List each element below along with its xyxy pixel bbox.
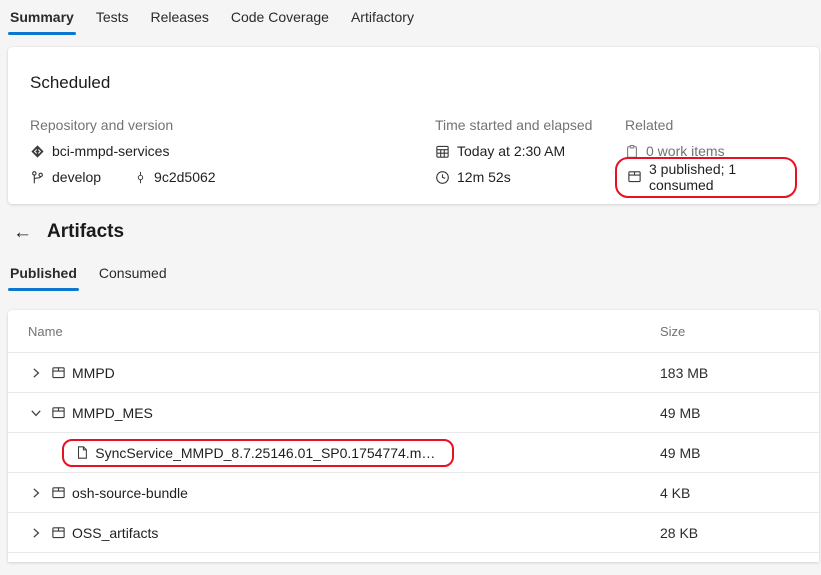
tab-consumed[interactable]: Consumed <box>97 256 169 291</box>
run-summary-card: Scheduled Repository and version bci-mmp… <box>8 47 819 204</box>
calendar-icon <box>435 144 450 159</box>
git-commit-icon <box>134 170 147 185</box>
tab-releases[interactable]: Releases <box>149 0 211 35</box>
branch-name[interactable]: develop <box>52 169 101 185</box>
table-row[interactable]: OSS_artifacts 28 KB <box>8 513 819 553</box>
chevron-right-icon[interactable] <box>28 525 44 541</box>
artifact-icon <box>627 169 642 184</box>
artifacts-annotation-box: 3 published; 1 consumed <box>615 157 797 198</box>
artifact-icon <box>50 405 66 421</box>
back-arrow-icon[interactable]: ← <box>13 223 32 242</box>
chevron-right-icon[interactable] <box>28 365 44 381</box>
elapsed-time: 12m 52s <box>457 169 511 185</box>
artifact-size: 183 MB <box>660 365 819 381</box>
artifact-size: 49 MB <box>660 405 819 421</box>
file-icon <box>74 445 89 461</box>
chevron-down-icon[interactable] <box>28 405 44 421</box>
clock-icon <box>435 170 450 185</box>
artifact-name[interactable]: osh-source-bundle <box>72 485 188 501</box>
artifact-name[interactable]: MMPD <box>72 365 115 381</box>
run-status-title: Scheduled <box>30 73 797 93</box>
tab-code-coverage[interactable]: Code Coverage <box>229 0 331 35</box>
table-row[interactable]: MMPD 183 MB <box>8 353 819 393</box>
artifacts-summary-link[interactable]: 3 published; 1 consumed <box>649 161 785 193</box>
time-label: Time started and elapsed <box>435 117 625 133</box>
repo-name[interactable]: bci-mmpd-services <box>52 143 169 159</box>
table-row[interactable]: MMPD_MES 49 MB <box>8 393 819 433</box>
file-annotation-box: SyncService_MMPD_8.7.25146.01_SP0.175477… <box>62 439 454 467</box>
start-time: Today at 2:30 AM <box>457 143 565 159</box>
artifact-size: 49 MB <box>660 445 819 461</box>
table-row[interactable]: osh-source-bundle 4 KB <box>8 473 819 513</box>
artifacts-title: Artifacts <box>47 221 124 243</box>
column-header-size: Size <box>660 324 819 339</box>
artifact-icon <box>50 485 66 501</box>
azure-repos-icon <box>30 144 45 159</box>
artifact-name[interactable]: MMPD_MES <box>72 405 153 421</box>
artifact-name[interactable]: OSS_artifacts <box>72 525 158 541</box>
artifact-icon <box>50 525 66 541</box>
tab-published[interactable]: Published <box>8 256 79 291</box>
artifact-size: 28 KB <box>660 525 819 541</box>
tab-summary[interactable]: Summary <box>8 0 76 35</box>
artifact-icon <box>50 365 66 381</box>
artifacts-header: ← Artifacts <box>13 221 821 243</box>
repository-label: Repository and version <box>30 117 435 133</box>
column-header-name: Name <box>8 324 660 339</box>
repository-column: Repository and version bci-mmpd-services <box>30 117 435 190</box>
artifact-size: 4 KB <box>660 485 819 501</box>
tab-artifactory[interactable]: Artifactory <box>349 0 416 35</box>
table-row[interactable]: SyncService_MMPD_8.7.25146.01_SP0.175477… <box>8 433 819 473</box>
file-name[interactable]: SyncService_MMPD_8.7.25146.01_SP0.175477… <box>95 445 442 461</box>
artifacts-tabbar: Published Consumed <box>0 256 821 291</box>
chevron-right-icon[interactable] <box>28 485 44 501</box>
artifacts-table-card: Name Size MMPD 183 MB MMPD_MES 49 MB <box>8 310 819 562</box>
tab-tests[interactable]: Tests <box>94 0 131 35</box>
related-column: Related 0 work items <box>625 117 797 190</box>
time-column: Time started and elapsed Today at 2:30 A… <box>435 117 625 190</box>
git-branch-icon <box>30 170 45 185</box>
commit-hash[interactable]: 9c2d5062 <box>154 169 216 185</box>
related-label: Related <box>625 117 797 133</box>
table-header-row: Name Size <box>8 310 819 353</box>
run-tabbar: Summary Tests Releases Code Coverage Art… <box>0 0 821 35</box>
